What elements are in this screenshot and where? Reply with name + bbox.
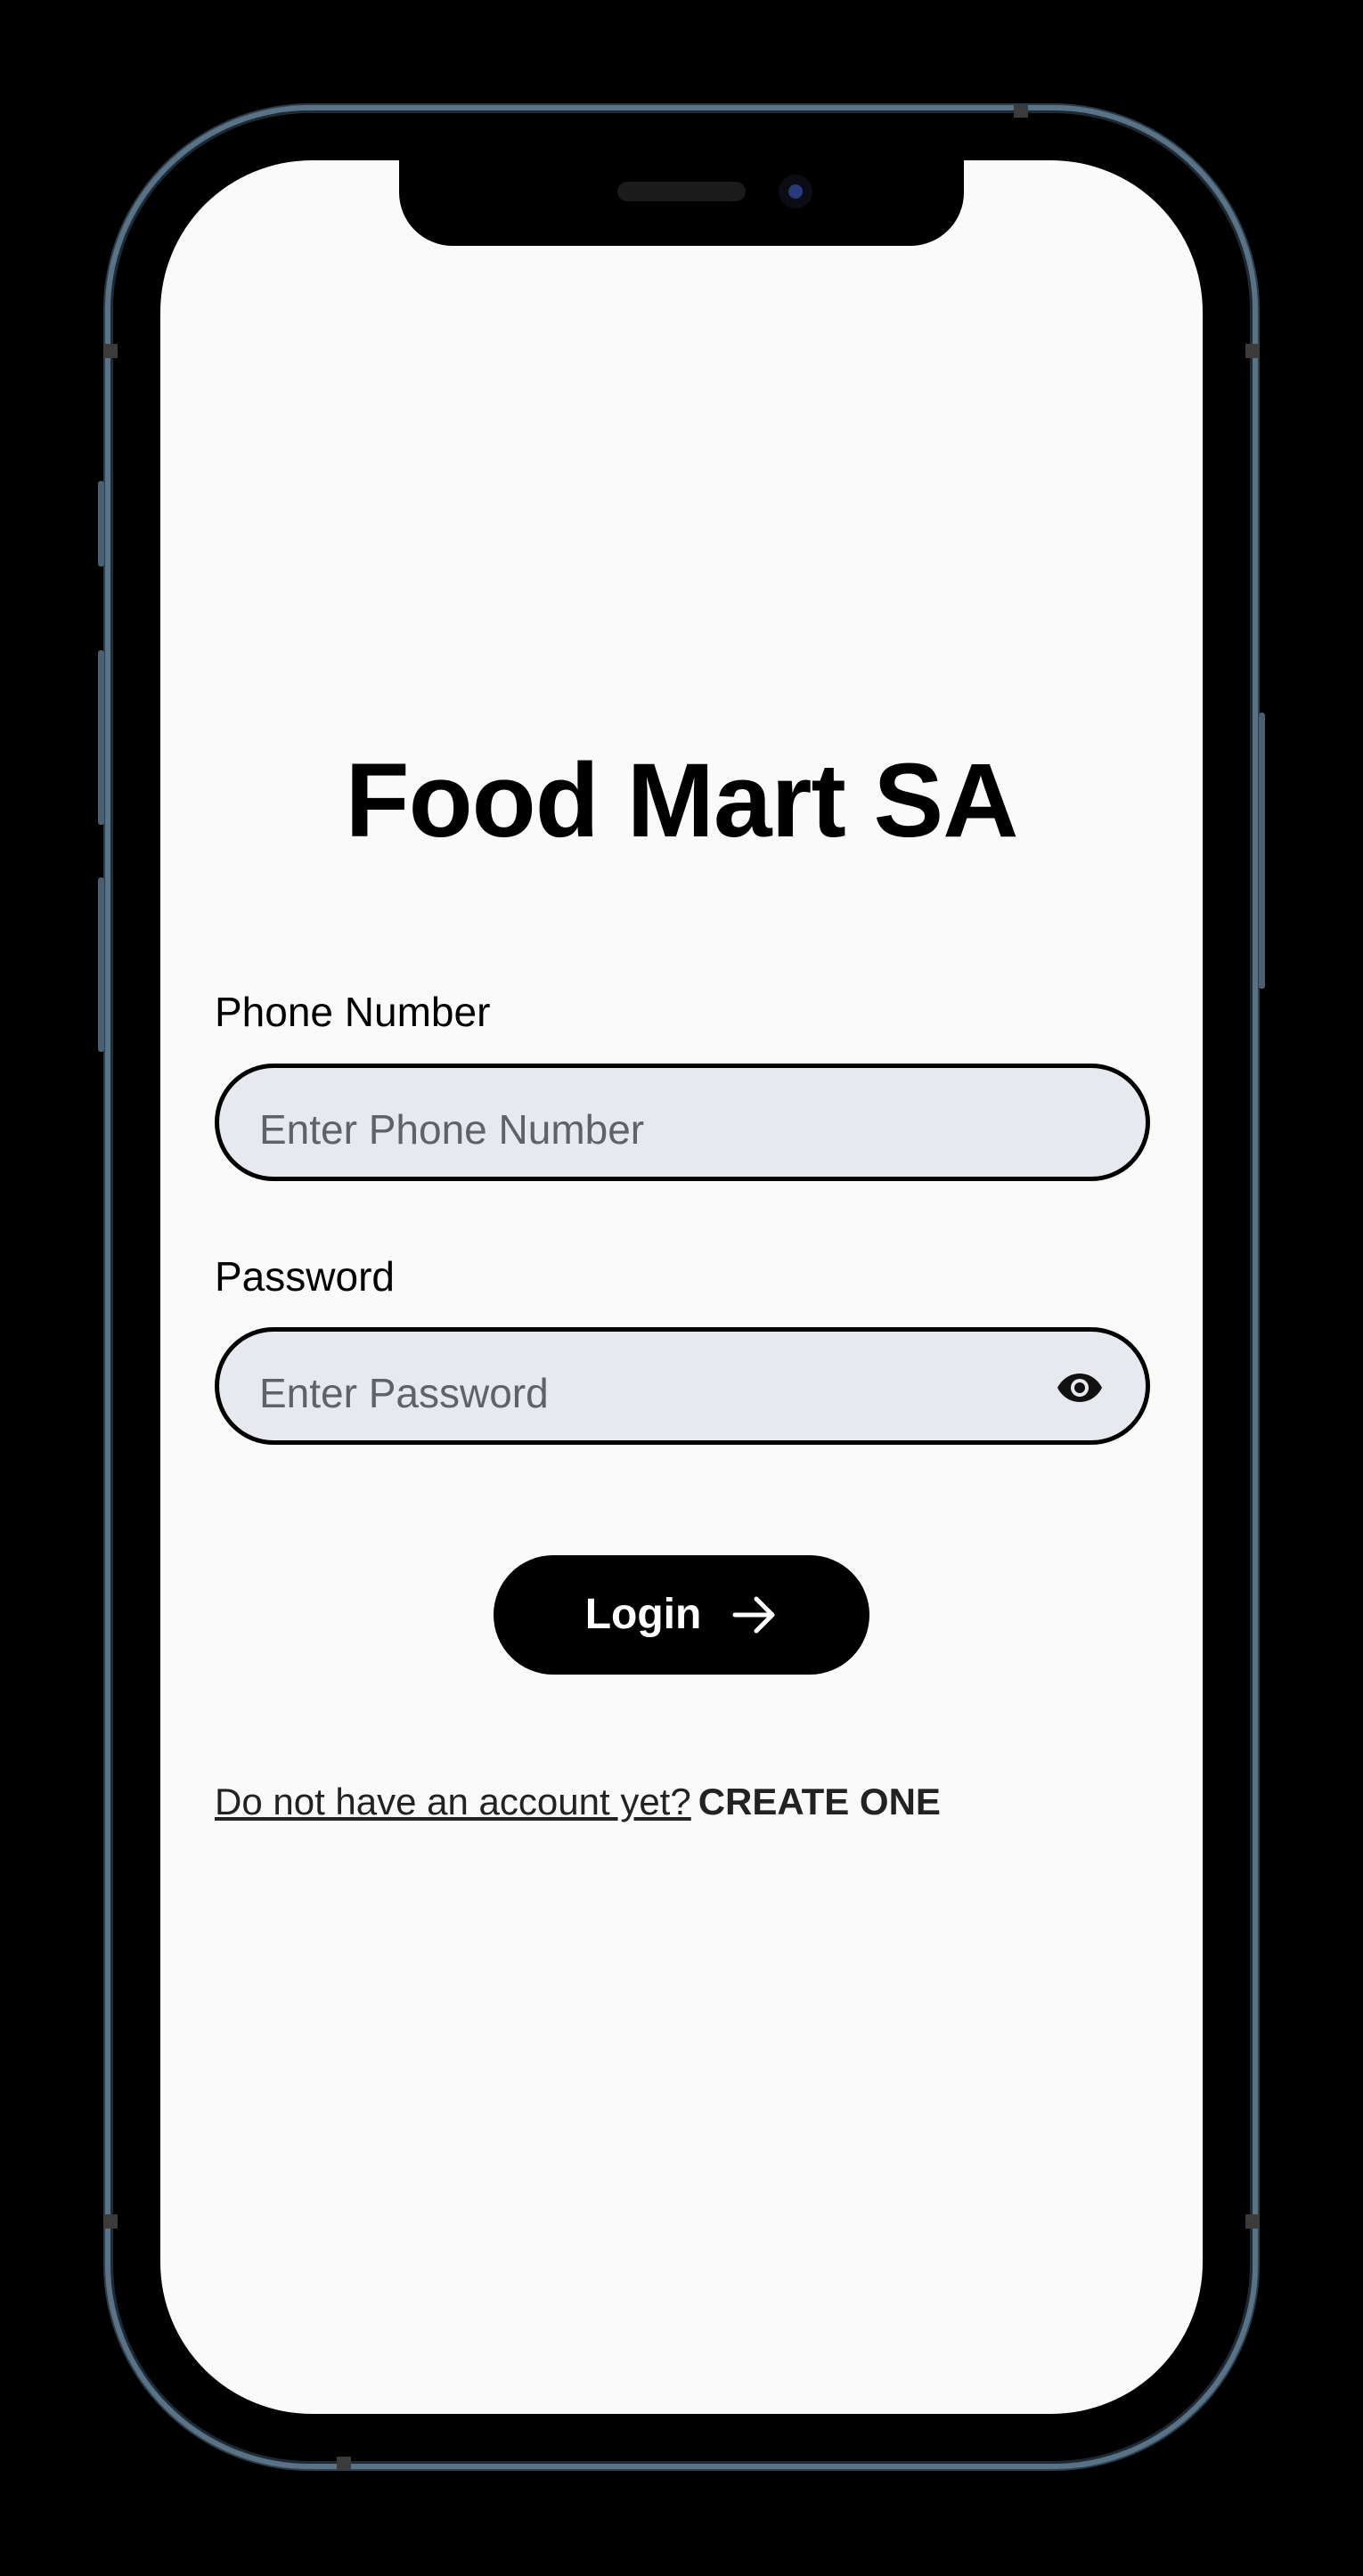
antenna-band: [103, 344, 118, 358]
arrow-right-icon: [732, 1596, 775, 1634]
login-label: Login: [584, 1591, 702, 1638]
signup-question[interactable]: Do not have an account yet?: [215, 1781, 691, 1822]
password-placeholder: Enter Password: [259, 1370, 549, 1416]
power-button: [1259, 713, 1265, 989]
password-label: Password: [215, 1253, 395, 1300]
phone-placeholder: Enter Phone Number: [259, 1106, 645, 1153]
password-input[interactable]: Enter Password: [215, 1327, 1150, 1445]
login-button[interactable]: Login: [494, 1555, 869, 1675]
phone-label: Phone Number: [215, 989, 491, 1035]
mute-switch: [98, 481, 104, 567]
antenna-band: [1014, 105, 1028, 118]
volume-down-button: [98, 877, 104, 1052]
volume-up-button: [98, 650, 104, 825]
antenna-band: [1245, 344, 1260, 358]
notch: [399, 160, 964, 246]
signup-row: Do not have an account yet? CREATE ONE: [215, 1783, 941, 1821]
create-account-link[interactable]: CREATE ONE: [698, 1781, 941, 1822]
eye-icon[interactable]: [1057, 1372, 1103, 1404]
app-screen: Food Mart SA Phone Number Enter Phone Nu…: [160, 160, 1203, 2414]
antenna-band: [337, 2457, 351, 2469]
antenna-band: [1245, 2214, 1260, 2229]
device-stage: Food Mart SA Phone Number Enter Phone Nu…: [0, 0, 1363, 2576]
antenna-band: [103, 2214, 118, 2229]
front-camera: [779, 175, 812, 208]
phone-input[interactable]: Enter Phone Number: [215, 1064, 1150, 1181]
app-title: Food Mart SA: [345, 742, 1019, 860]
earpiece-speaker: [617, 182, 746, 201]
